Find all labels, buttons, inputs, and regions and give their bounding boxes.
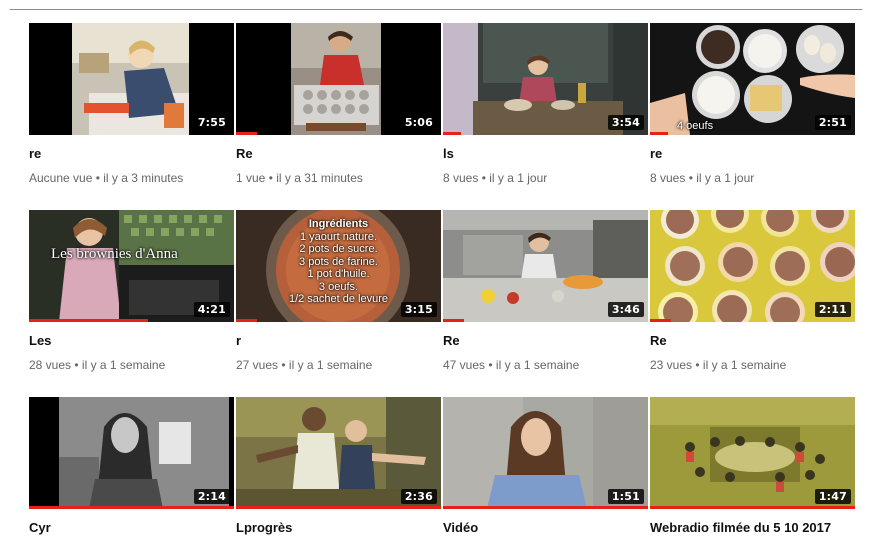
video-meta: 47 vues • il y a 1 semaine [443, 358, 580, 372]
video-thumbnail[interactable]: 2:14 [29, 397, 234, 509]
video-thumbnail[interactable]: 4 oeufs 2:51 [650, 23, 855, 135]
video-title[interactable]: Re [650, 333, 855, 349]
video-title[interactable]: Vidéo [443, 520, 648, 536]
watch-progress-bar [650, 319, 671, 322]
video-card[interactable]: 1:51 Vidéo [443, 397, 648, 536]
video-card[interactable]: 1:47 Webradio filmée du 5 10 2017 [650, 397, 855, 536]
duration-badge: 3:15 [400, 302, 437, 317]
watch-progress-bar [650, 506, 855, 509]
video-thumbnail[interactable]: 7:55 [29, 23, 234, 135]
video-meta: 8 vues • il y a 1 jour [650, 171, 755, 185]
video-meta: 8 vues • il y a 1 jour [443, 171, 548, 185]
video-thumbnail[interactable]: 3:46 [443, 210, 648, 322]
video-card[interactable]: 2:36 Lprogrès [236, 397, 441, 536]
video-title[interactable]: Cyr [29, 520, 234, 536]
video-title[interactable]: Webradio filmée du 5 10 2017 [650, 520, 850, 536]
watch-progress-bar [443, 506, 648, 509]
duration-badge: 3:46 [607, 302, 644, 317]
recipe-overlay: Ingrédients 1 yaourt nature. 2 pots de s… [276, 218, 401, 306]
watch-progress-bar [236, 319, 257, 322]
watch-progress-bar [29, 506, 234, 509]
watch-progress-bar [443, 132, 462, 135]
recipe-line: 1 yaourt nature. [299, 230, 378, 243]
video-title[interactable]: Lprogrès [236, 520, 441, 536]
video-title[interactable]: ls [443, 146, 648, 162]
video-thumbnail[interactable]: Les brownies d'Anna 4:21 [29, 210, 234, 322]
video-thumbnail[interactable]: Ingrédients 1 yaourt nature. 2 pots de s… [236, 210, 441, 322]
video-meta: Aucune vue • il y a 3 minutes [29, 171, 184, 185]
recipe-line: 1 pot d'huile. [307, 268, 370, 280]
duration-badge: 4:21 [193, 302, 230, 317]
watch-progress-bar [236, 132, 257, 135]
duration-badge: 5:06 [400, 115, 437, 130]
video-card[interactable]: Ingrédients 1 yaourt nature. 2 pots de s… [236, 210, 441, 372]
video-thumbnail[interactable]: 2:36 [236, 397, 441, 509]
duration-badge: 2:51 [814, 115, 851, 130]
video-thumbnail[interactable]: 1:51 [443, 397, 648, 509]
video-grid-page: 7:55 re Aucune vue • il y a 3 minutes 5:… [0, 0, 872, 545]
video-title[interactable]: Re [443, 333, 648, 349]
duration-badge: 2:11 [814, 302, 851, 317]
duration-badge: 2:14 [193, 489, 230, 504]
video-thumbnail[interactable]: 3:54 [443, 23, 648, 135]
recipe-heading: Ingrédients [308, 218, 369, 230]
watch-progress-bar [650, 132, 669, 135]
duration-badge: 1:47 [814, 489, 851, 504]
video-title[interactable]: re [650, 146, 855, 162]
recipe-line: 3 oeufs. [318, 280, 359, 293]
video-meta: 23 vues • il y a 1 semaine [650, 358, 787, 372]
duration-badge: 3:54 [607, 115, 644, 130]
watch-progress-bar [29, 319, 148, 322]
video-card[interactable]: 4 oeufs 2:51 re 8 vues • il y a 1 jour [650, 23, 855, 185]
video-thumbnail[interactable]: 5:06 [236, 23, 441, 135]
video-card[interactable]: 7:55 re Aucune vue • il y a 3 minutes [29, 23, 234, 185]
recipe-line: 2 pots de sucre. [299, 243, 378, 255]
video-meta: 1 vue • il y a 31 minutes [236, 171, 363, 185]
video-title[interactable]: Les [29, 333, 234, 349]
video-title[interactable]: re [29, 146, 234, 162]
video-title[interactable]: r [236, 333, 441, 349]
video-card[interactable]: Les brownies d'Anna 4:21 Les 28 vues • i… [29, 210, 234, 372]
divider [10, 9, 862, 10]
video-meta: 28 vues • il y a 1 semaine [29, 358, 166, 372]
video-thumbnail[interactable]: 2:11 [650, 210, 855, 322]
duration-badge: 2:36 [400, 489, 437, 504]
duration-badge: 7:55 [193, 115, 230, 130]
recipe-line: 1/2 sachet de levure [288, 293, 389, 305]
video-card[interactable]: 2:14 Cyr [29, 397, 234, 536]
video-thumbnail[interactable]: 1:47 [650, 397, 855, 509]
video-card[interactable]: 5:06 Re 1 vue • il y a 31 minutes [236, 23, 441, 185]
recipe-line: 3 pots de farine. [299, 255, 378, 268]
video-card[interactable]: 2:11 Re 23 vues • il y a 1 semaine [650, 210, 855, 372]
video-card[interactable]: 3:54 ls 8 vues • il y a 1 jour [443, 23, 648, 185]
watch-progress-bar [236, 506, 441, 509]
video-card[interactable]: 3:46 Re 47 vues • il y a 1 semaine [443, 210, 648, 372]
video-meta: 27 vues • il y a 1 semaine [236, 358, 373, 372]
video-title[interactable]: Re [236, 146, 441, 162]
duration-badge: 1:51 [607, 489, 644, 504]
watch-progress-bar [443, 319, 464, 322]
